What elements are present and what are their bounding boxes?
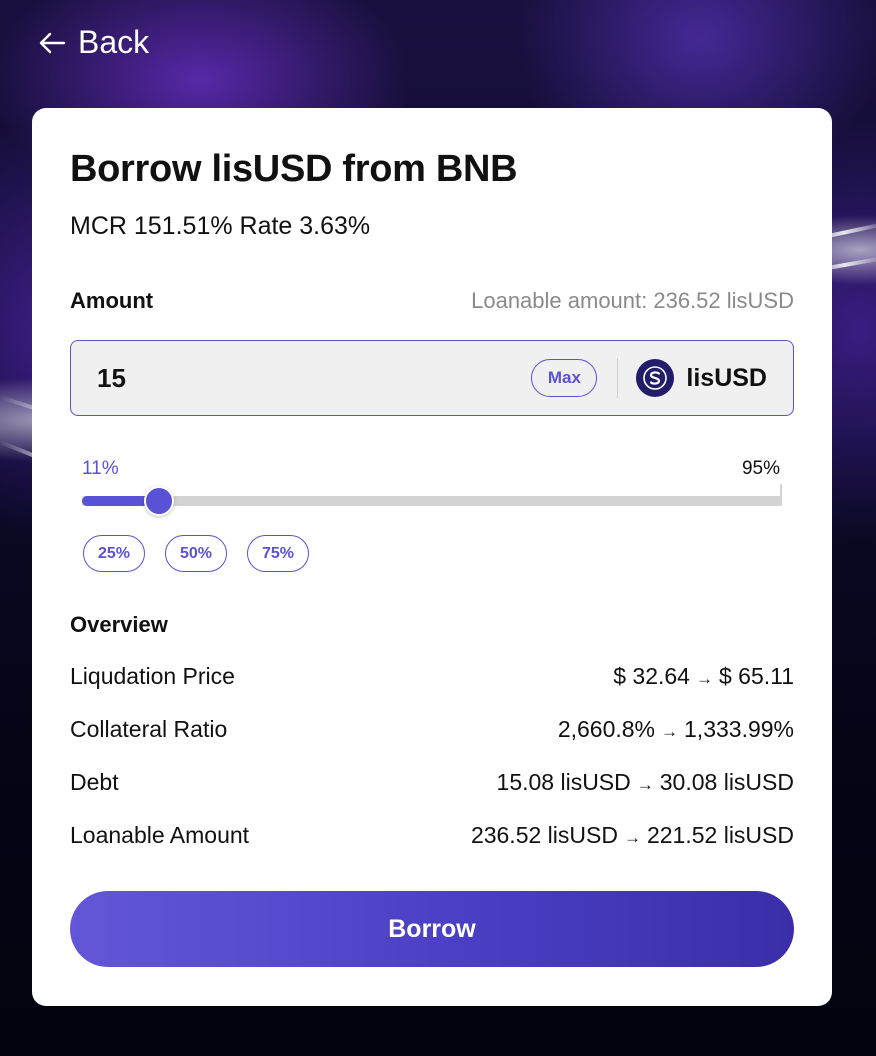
arrow-right-icon: → [661, 722, 679, 741]
overview-label: Debt [70, 769, 119, 795]
arrow-right-icon: → [623, 828, 641, 847]
page-title: Borrow lisUSD from BNB [70, 148, 518, 190]
loanable-amount-text: Loanable amount: 236.52 lisUSD [471, 288, 794, 313]
arrow-right-icon: → [636, 775, 654, 794]
slider-max-percent: 95% [741, 458, 780, 479]
lisusd-token-icon [636, 359, 675, 397]
overview-value: 15.08 lisUSD → 30.08 lisUSD [496, 769, 794, 795]
token-selector: lisUSD [636, 359, 767, 397]
overview-row-loanable-amount: Loanable Amount 236.52 lisUSD → 221.52 lis… [70, 822, 794, 849]
quick-75-button[interactable]: 75% [247, 535, 309, 572]
slider-current-percent: 11% [82, 458, 119, 479]
arrow-right-icon: → [695, 669, 713, 688]
borrow-button[interactable]: Borrow [70, 891, 794, 967]
overview-label: Collateral Ratio [70, 716, 228, 742]
input-divider [617, 358, 619, 398]
overview-value: 236.52 lisUSD → 221.52 lisUSD [470, 822, 794, 848]
overview-row-debt: Debt 15.08 lisUSD → 30.08 lisUSD [70, 769, 794, 796]
mcr-rate-subtitle: MCR 151.51% Rate 3.63% [70, 212, 371, 240]
amount-input[interactable] [71, 362, 532, 394]
borrow-percent-slider[interactable] [82, 484, 782, 516]
slider-track [82, 496, 782, 506]
amount-label: Amount [70, 288, 154, 313]
max-button[interactable]: Max [531, 359, 598, 397]
overview-row-collateral-ratio: Collateral Ratio 2,660.8% → 1,333.99% [70, 716, 794, 743]
back-button[interactable]: Back [36, 24, 149, 61]
quick-percent-buttons: 25% 50% 75% [83, 535, 309, 572]
token-name: lisUSD [686, 363, 767, 392]
overview-row-liquidation-price: Liqudation Price $ 32.64 → $ 65.11 [70, 663, 794, 690]
quick-25-button[interactable]: 25% [83, 535, 145, 572]
arrow-left-icon [39, 32, 66, 53]
overview-label: Loanable Amount [70, 822, 250, 848]
back-label: Back [78, 24, 150, 60]
overview-title: Overview [70, 612, 168, 637]
slider-thumb[interactable] [144, 486, 174, 516]
overview-value: 2,660.8% → 1,333.99% [557, 716, 794, 742]
overview-label: Liqudation Price [70, 663, 235, 689]
amount-input-container: Max lisUSD [70, 340, 794, 416]
quick-50-button[interactable]: 50% [165, 535, 227, 572]
borrow-card: Borrow lisUSD from BNB MCR 151.51% Rate … [32, 108, 832, 1006]
slider-end-tick [780, 484, 782, 506]
overview-value: $ 32.64 → $ 65.11 [613, 663, 794, 689]
